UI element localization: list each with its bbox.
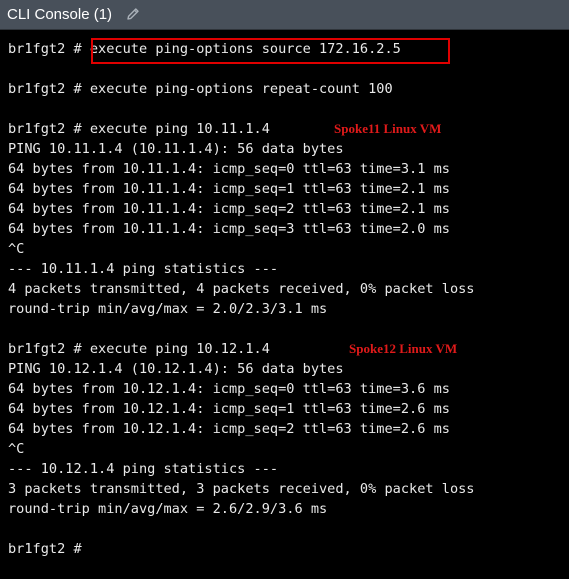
console-line: 64 bytes from 10.11.1.4: icmp_seq=1 ttl=… — [8, 181, 450, 197]
console-line: 4 packets transmitted, 4 packets receive… — [8, 281, 475, 297]
console-line: br1fgt2 # execute ping 10.12.1.4 — [8, 341, 270, 357]
console-line: 64 bytes from 10.12.1.4: icmp_seq=1 ttl=… — [8, 401, 450, 417]
console-line: br1fgt2 # execute ping-options repeat-co… — [8, 81, 393, 97]
annotation-spoke11: Spoke11 Linux VM — [334, 121, 442, 136]
console-line: ^C — [8, 241, 25, 257]
console-line-prompt: br1fgt2 # — [8, 541, 82, 557]
console-line: 3 packets transmitted, 3 packets receive… — [8, 481, 475, 497]
console-title: CLI Console (1) — [7, 6, 113, 23]
console-line: round-trip min/avg/max = 2.0/2.3/3.1 ms — [8, 301, 328, 317]
annotation-spoke12: Spoke12 Linux VM — [349, 341, 458, 356]
console-line: --- 10.11.1.4 ping statistics --- — [8, 261, 279, 277]
command-highlight-box — [91, 38, 450, 64]
console-line: ^C — [8, 441, 25, 457]
console-line: 64 bytes from 10.11.1.4: icmp_seq=0 ttl=… — [8, 161, 450, 177]
console-line: round-trip min/avg/max = 2.6/2.9/3.6 ms — [8, 501, 328, 517]
console-line: 64 bytes from 10.11.1.4: icmp_seq=3 ttl=… — [8, 221, 450, 237]
console-line: 64 bytes from 10.11.1.4: icmp_seq=2 ttl=… — [8, 201, 450, 217]
console-line: 64 bytes from 10.12.1.4: icmp_seq=0 ttl=… — [8, 381, 450, 397]
console-line: 64 bytes from 10.12.1.4: icmp_seq=2 ttl=… — [8, 421, 450, 437]
console-line: br1fgt2 # execute ping 10.11.1.4 — [8, 121, 270, 137]
console-titlebar: CLI Console (1) — [0, 0, 569, 30]
pencil-icon[interactable] — [125, 6, 141, 22]
console-line: --- 10.12.1.4 ping statistics --- — [8, 461, 279, 477]
console-line: PING 10.11.1.4 (10.11.1.4): 56 data byte… — [8, 141, 344, 157]
console-line: PING 10.12.1.4 (10.12.1.4): 56 data byte… — [8, 361, 344, 377]
